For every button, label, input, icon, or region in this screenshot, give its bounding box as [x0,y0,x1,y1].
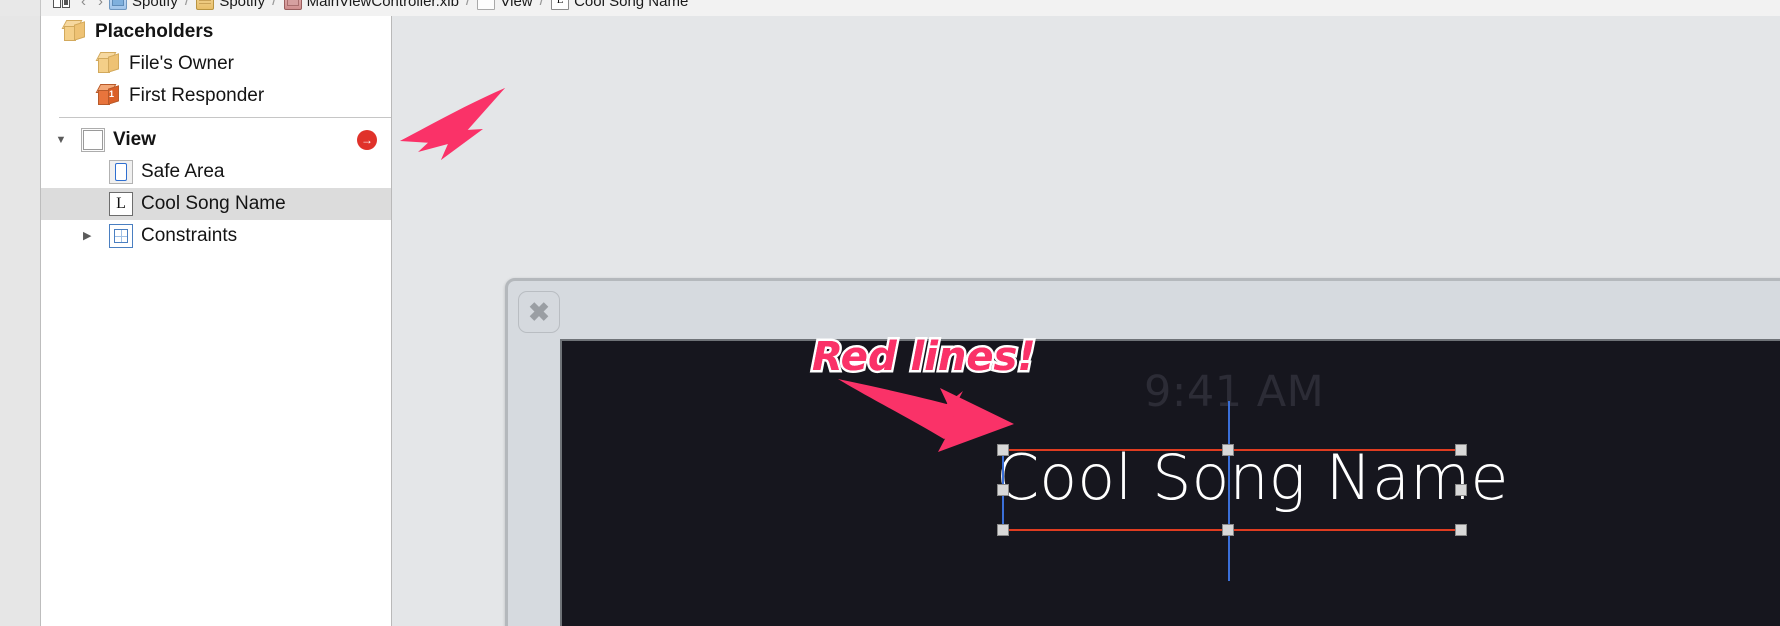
close-icon[interactable]: ✖ [518,291,560,333]
folder-icon [196,0,215,10]
first-responder-cube-icon: 1 [95,84,121,108]
breadcrumb-label: Cool Song Name [574,0,689,10]
outline-row-label: First Responder [129,85,265,106]
cube-icon [95,52,121,76]
outline-row-cool-song-name[interactable]: L Cool Song Name [41,188,391,220]
breadcrumb-item-label[interactable]: L Cool Song Name [551,0,688,10]
breadcrumb-item-folder[interactable]: Spotify [196,0,265,10]
disclosure-triangle-icon[interactable]: ▼ [41,134,81,146]
breadcrumb-label: MainViewController.xib [306,0,459,10]
annotation-red-lines-text: Red lines! Red lines! [810,332,1039,383]
device-frame[interactable]: ✖ 9:41 AM Cool Song Name [505,278,1780,626]
breadcrumb-label: Spotify [219,0,266,10]
resize-handle-top-center[interactable] [1222,444,1234,456]
project-icon [109,0,127,10]
connection-arrow-icon[interactable]: → [357,130,377,150]
navigator-gutter [0,16,41,626]
resize-handle-bottom-left[interactable] [997,524,1009,536]
outline-row-label: Constraints [141,225,238,246]
disclosure-triangle-icon[interactable]: ▶ [41,230,109,242]
breadcrumb-item-view[interactable]: View [477,0,533,10]
status-bar-time: 9:41 AM [1144,367,1325,417]
outline-row-label: Placeholders [95,21,214,42]
resize-handle-top-left[interactable] [997,444,1009,456]
outline-row-safe-area[interactable]: Safe Area [41,156,391,188]
outline-row-placeholders[interactable]: Placeholders [41,16,391,48]
jump-bar: ‹ › Spotify / Spotify / MainViewControll… [0,0,1780,17]
back-button[interactable]: ‹ [75,0,92,10]
outline-row-label: View [113,129,156,150]
breadcrumb-item-project[interactable]: Spotify [109,0,178,10]
breadcrumb-item-xib[interactable]: MainViewController.xib [283,0,459,10]
related-items-icon[interactable] [49,0,75,12]
view-square-icon [81,128,105,152]
song-name-label[interactable]: Cool Song Name [996,441,1509,514]
resize-handle-bottom-center[interactable] [1222,524,1234,536]
outline-row-view[interactable]: ▼ View → [41,124,391,156]
resize-handle-middle-left[interactable] [997,484,1009,496]
breadcrumb-label: View [500,0,533,10]
view-icon [477,0,496,10]
label-icon: L [551,0,570,10]
document-outline[interactable]: Placeholders File's Owner 1 First Respon… [41,16,392,626]
outline-row-label: Safe Area [141,161,225,182]
outline-row-first-responder[interactable]: 1 First Responder [41,80,391,112]
selection-line-center [1228,401,1230,581]
constraints-icon [109,224,133,248]
cube-icon [61,20,87,44]
forward-button[interactable]: › [92,0,109,10]
outline-row-label: Cool Song Name [141,193,286,214]
breadcrumb-label: Spotify [132,0,178,10]
breadcrumb-separator: / [184,0,190,9]
outline-row-files-owner[interactable]: File's Owner [41,48,391,80]
interface-builder-canvas[interactable]: ✖ 9:41 AM Cool Song Name [392,16,1780,626]
outline-row-label: File's Owner [129,53,234,74]
xib-file-icon [283,0,302,10]
resize-handle-middle-right[interactable] [1455,484,1467,496]
resize-handle-bottom-right[interactable] [1455,524,1467,536]
device-screen[interactable]: 9:41 AM Cool Song Name [560,339,1780,626]
outline-row-constraints[interactable]: ▶ Constraints [41,220,391,252]
breadcrumb-separator: / [272,0,277,9]
breadcrumb-separator: / [539,0,545,9]
jump-bar-left-gutter [0,0,41,16]
resize-handle-top-right[interactable] [1455,444,1467,456]
annotation-text-fill: Red lines! [812,334,1036,380]
outline-divider [59,117,391,118]
label-square-icon: L [109,192,133,216]
safe-area-icon [109,160,133,184]
xcode-window: ‹ › Spotify / Spotify / MainViewControll… [0,0,1780,626]
breadcrumb-separator: / [465,0,471,9]
